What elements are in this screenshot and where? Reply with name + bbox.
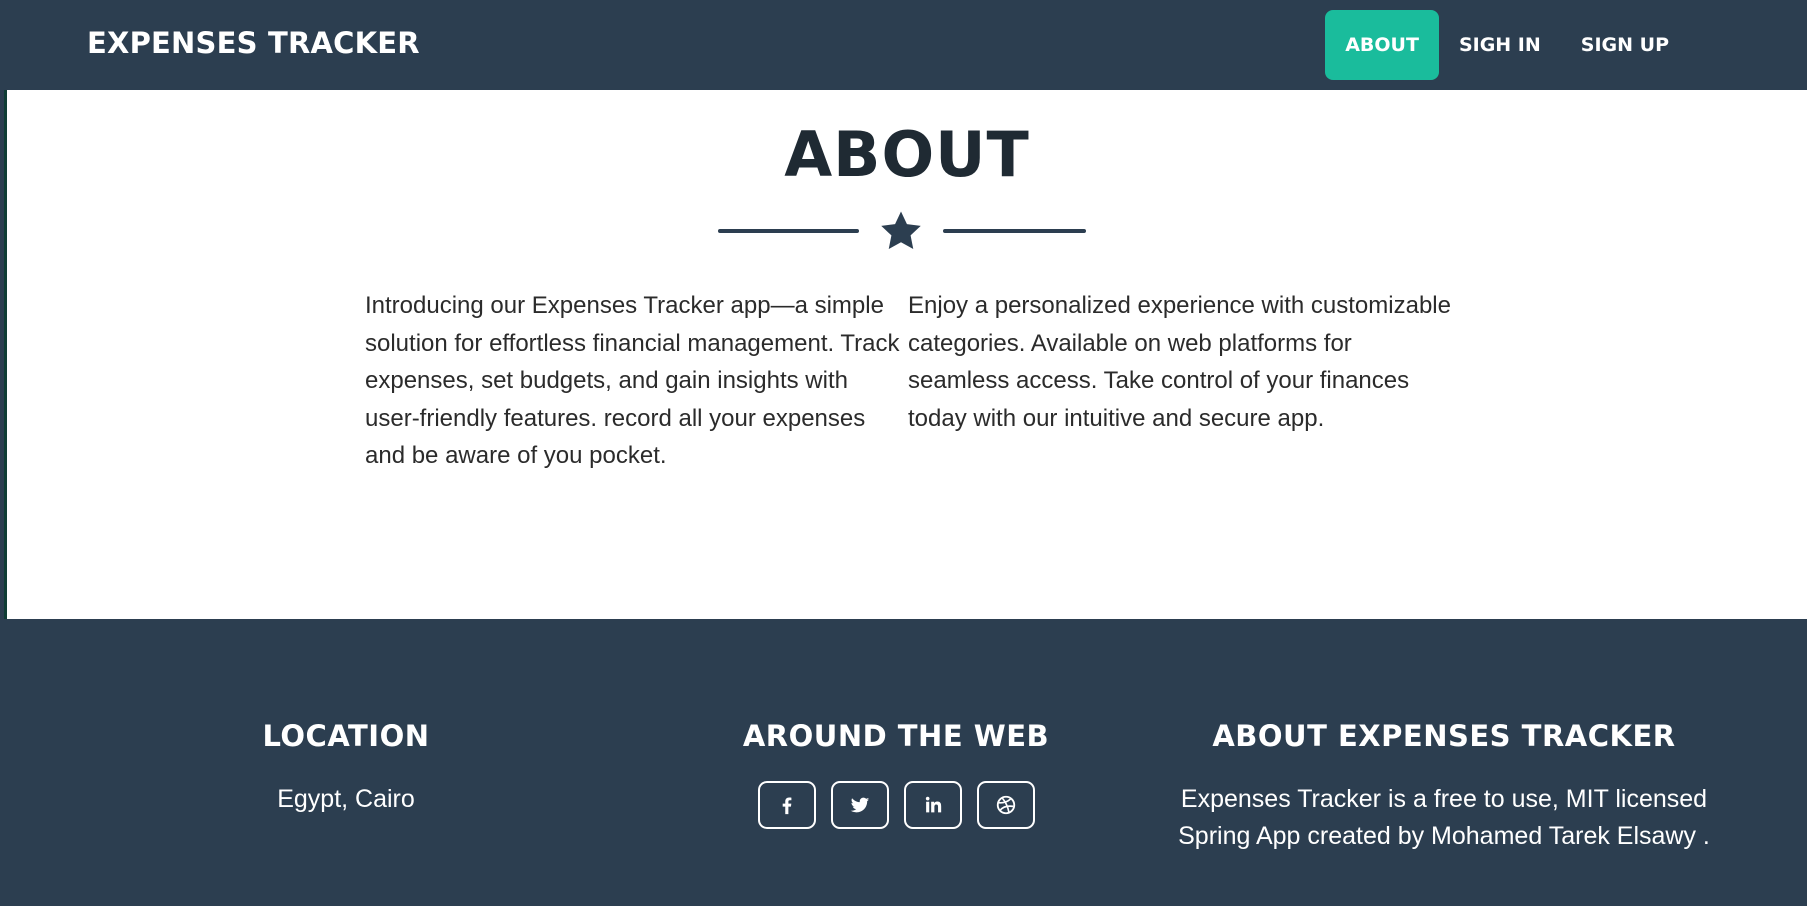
dribbble-icon	[996, 795, 1015, 815]
footer-location: LOCATION Egypt, Cairo	[146, 719, 546, 818]
about-paragraph-left: Introducing our Expenses Tracker app—a s…	[365, 292, 900, 469]
about-columns: Introducing our Expenses Tracker app—a s…	[365, 287, 1451, 475]
brand-link[interactable]: EXPENSES TRACKER	[87, 26, 420, 60]
nav-sign-up[interactable]: SIGN UP	[1561, 10, 1689, 80]
star-icon	[881, 211, 921, 250]
title-divider	[7, 206, 1807, 256]
dribbble-button[interactable]	[976, 781, 1035, 829]
nav-menu: ABOUT SIGH IN SIGN UP	[1325, 10, 1689, 80]
linkedin-button[interactable]	[903, 781, 962, 829]
social-links	[696, 781, 1096, 829]
nav-sign-in[interactable]: SIGH IN	[1439, 10, 1561, 80]
divider-line-left	[718, 229, 859, 233]
nav-about[interactable]: ABOUT	[1325, 10, 1439, 80]
facebook-icon	[782, 797, 791, 815]
about-app-text: Expenses Tracker is a free to use, MIT l…	[1178, 785, 1710, 850]
about-section: ABOUT Introducing our Expenses Tracker a…	[4, 90, 1807, 619]
divider-line-right	[943, 229, 1086, 233]
about-paragraph-right: Enjoy a personalized experience with cus…	[908, 292, 1451, 432]
location-text: Egypt, Cairo	[277, 785, 415, 813]
footer-around-the-web: AROUND THE WEB	[696, 719, 1096, 829]
linkedin-icon	[925, 796, 941, 813]
twitter-icon	[850, 797, 869, 813]
twitter-button[interactable]	[830, 781, 889, 829]
location-heading: LOCATION	[262, 719, 430, 753]
around-the-web-heading: AROUND THE WEB	[742, 719, 1050, 753]
footer: LOCATION Egypt, Cairo AROUND THE WEB ABO…	[0, 619, 1807, 906]
facebook-button[interactable]	[757, 781, 816, 829]
about-title: ABOUT	[784, 118, 1030, 191]
about-app-heading: ABOUT EXPENSES TRACKER	[1212, 719, 1676, 753]
footer-about-app: ABOUT EXPENSES TRACKER Expenses Tracker …	[1144, 719, 1744, 855]
navbar: EXPENSES TRACKER ABOUT SIGH IN SIGN UP	[0, 0, 1807, 90]
